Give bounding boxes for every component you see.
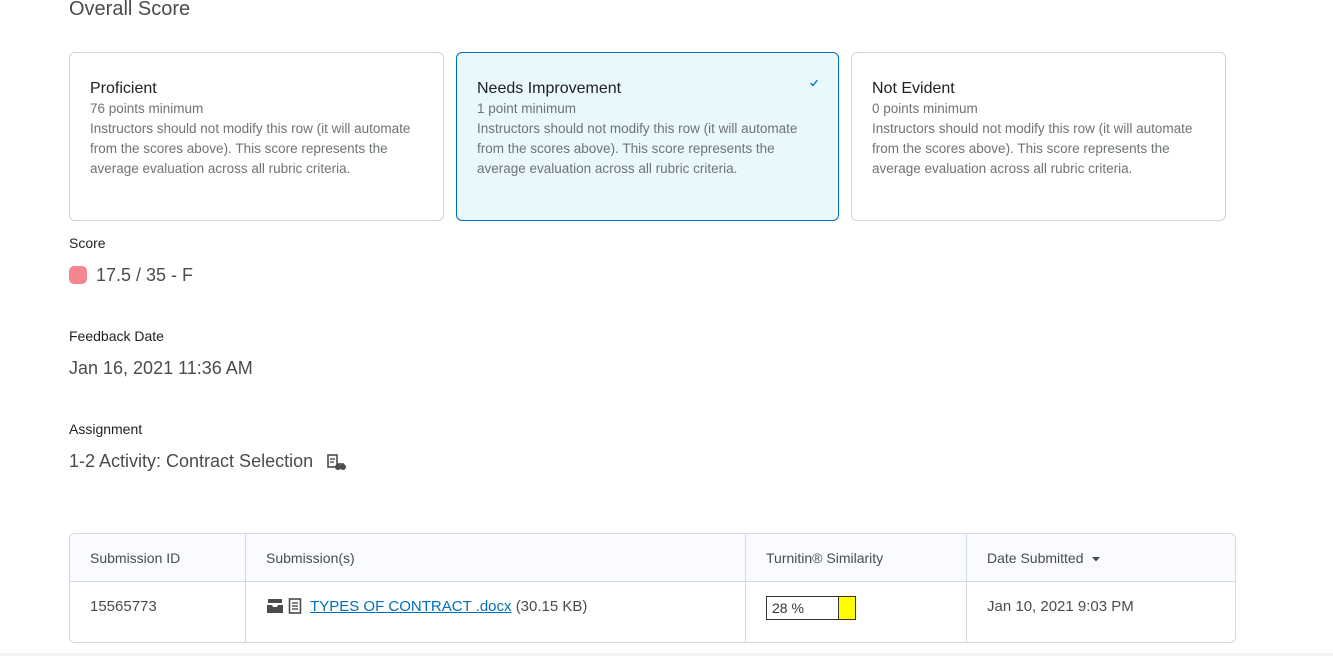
level-not-evident: Not Evident 0 points minimum Instructors… — [851, 52, 1226, 221]
level-proficient: Proficient 76 points minimum Instructors… — [69, 52, 444, 221]
level-points: 1 point minimum — [477, 101, 577, 116]
level-points: 76 points minimum — [90, 101, 204, 116]
sort-descending-icon[interactable] — [1091, 555, 1101, 563]
similarity-value: 28 % — [767, 597, 839, 619]
level-needs-improvement: Needs Improvement 1 point minimum Instru… — [456, 52, 839, 221]
level-description: Instructors should not modify this row (… — [477, 121, 798, 176]
assignment-name: 1-2 Activity: Contract Selection — [69, 451, 314, 471]
header-submission-id: Submission ID — [70, 534, 246, 582]
submission-file-cell: TYPES OF CONTRACT .docx (30.15 KB) — [246, 582, 746, 642]
user-availability-icon[interactable] — [326, 453, 347, 471]
file-icons — [266, 598, 302, 618]
feedback-date-value: Jan 16, 2021 11:36 AM — [69, 358, 253, 378]
level-description: Instructors should not modify this row (… — [872, 121, 1193, 176]
submission-file-link[interactable]: TYPES OF CONTRACT .docx — [310, 598, 511, 615]
table-row: 15565773 TYPES OF CONTRACT .docx (30.15 … — [70, 582, 1235, 642]
level-name: Not Evident — [872, 80, 955, 97]
header-date-submitted[interactable]: Date Submitted — [967, 534, 1235, 582]
similarity-color-indicator — [839, 597, 855, 619]
similarity-report-button[interactable]: 28 % — [766, 596, 856, 620]
header-turnitin-similarity: Turnitin® Similarity — [746, 534, 967, 582]
score-color-swatch — [69, 266, 87, 284]
similarity-cell: 28 % — [746, 582, 967, 642]
submissions-table: Submission ID Submission(s) Turnitin® Si… — [69, 533, 1236, 643]
document-icon — [288, 598, 302, 614]
score-value: 17.5 / 35 - F — [96, 265, 194, 285]
submission-id-cell: 15565773 — [70, 582, 246, 642]
assignment-label: Assignment — [69, 421, 143, 437]
section-title: Overall Score — [69, 0, 191, 20]
level-description: Instructors should not modify this row (… — [90, 121, 411, 176]
feedback-date-label: Feedback Date — [69, 328, 164, 344]
assignment-row: 1-2 Activity: Contract Selection — [69, 451, 347, 472]
score-label: Score — [69, 235, 106, 251]
header-submissions: Submission(s) — [246, 534, 746, 582]
feedback-page: Overall Score Proficient 76 points minim… — [0, 0, 1333, 656]
inbox-icon — [267, 599, 283, 613]
submission-file-size: (30.15 KB) — [515, 598, 588, 615]
table-header-row: Submission ID Submission(s) Turnitin® Si… — [70, 534, 1235, 582]
date-submitted-cell: Jan 10, 2021 9:03 PM — [987, 598, 1134, 615]
level-name: Proficient — [90, 80, 157, 97]
checkmark-icon — [810, 79, 818, 87]
level-name: Needs Improvement — [477, 80, 622, 97]
header-date-label: Date Submitted — [987, 549, 1084, 566]
level-points: 0 points minimum — [872, 101, 978, 116]
overall-score-levels: Proficient 76 points minimum Instructors… — [69, 52, 1226, 221]
